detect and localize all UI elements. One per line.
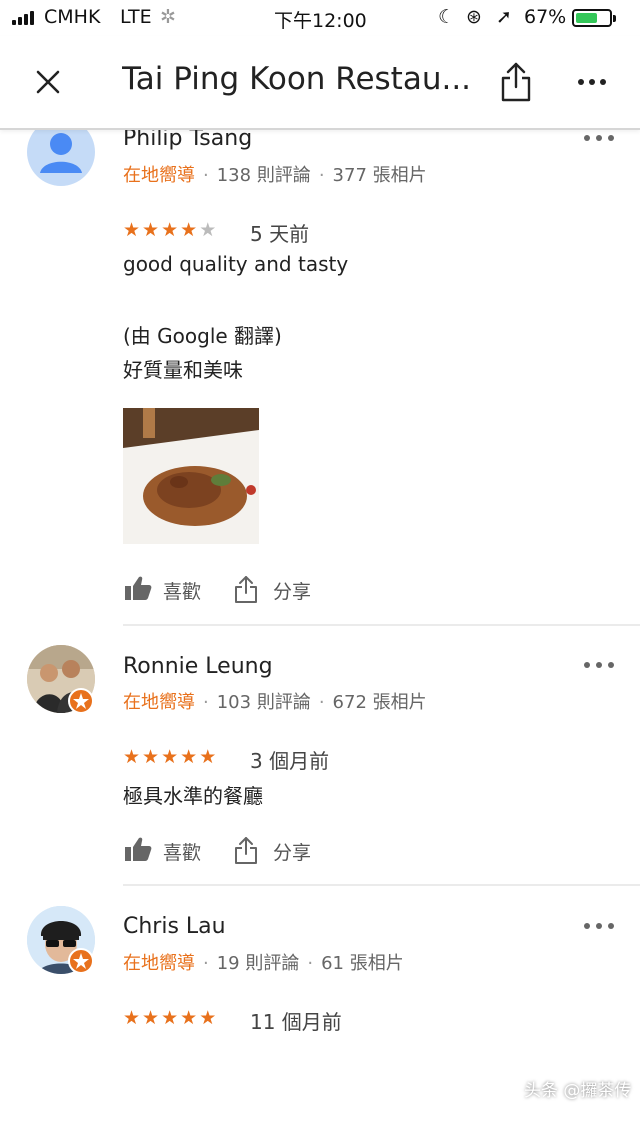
star-filled-icon: ★: [142, 1007, 162, 1029]
review-time: 5 天前: [250, 222, 310, 246]
status-bar: CMHK LTE ✲ 下午12:00 ☾ ⊛ ➚ 67%: [0, 0, 640, 36]
battery-icon: [572, 9, 616, 27]
rotation-lock-icon: ⊛: [466, 6, 482, 28]
star-filled-icon: ★: [199, 1007, 219, 1029]
like-label: 喜歡: [163, 842, 202, 864]
reviewer-meta: 在地嚮導 · 19 則評論 · 61 張相片: [123, 953, 404, 974]
share-label: 分享: [273, 581, 312, 603]
review-text: good quality and tasty: [123, 252, 349, 276]
share-button[interactable]: [496, 60, 536, 104]
photo-count: 377 張相片: [332, 165, 427, 186]
share-icon: [235, 576, 257, 603]
star-filled-icon: ★: [142, 219, 162, 241]
moon-icon: ☾: [438, 6, 456, 28]
review-actions: 喜歡 分享: [123, 574, 423, 604]
carrier-label: CMHK: [44, 6, 101, 28]
review-time: 11 個月前: [250, 1010, 342, 1034]
star-filled-icon: ★: [180, 1007, 200, 1029]
star-filled-icon: ★: [123, 219, 143, 241]
reviewer-name[interactable]: Ronnie Leung: [123, 654, 273, 679]
review-count: 103 則評論: [216, 692, 311, 713]
local-guide-badge: [68, 948, 94, 974]
review-text: 極具水準的餐廳: [123, 784, 263, 808]
translated-text: 好質量和美味: [123, 358, 243, 382]
star-empty-icon: ★: [199, 219, 219, 241]
local-guide-label: 在地嚮導: [123, 953, 195, 974]
translation-note[interactable]: (由 Google 翻譯): [123, 320, 282, 349]
reviewer-meta: 在地嚮導 · 138 則評論 · 377 張相片: [123, 165, 427, 186]
star-rating: ★★★★★: [123, 746, 218, 768]
signal-icon: [12, 11, 40, 25]
star-rating: ★★★★★: [123, 1007, 218, 1029]
review-more-button[interactable]: [584, 660, 614, 670]
reviewer-meta: 在地嚮導 · 103 則評論 · 672 張相片: [123, 692, 427, 713]
activity-icon: ✲: [160, 6, 176, 28]
star-filled-icon: ★: [123, 746, 143, 768]
app-header: Tai Ping Koon Restau...: [0, 36, 640, 130]
review-time: 3 個月前: [250, 749, 330, 773]
thumbs-up-icon: [125, 576, 152, 600]
review-count: 138 則評論: [216, 165, 311, 186]
more-options-button[interactable]: [570, 62, 614, 102]
photo-count: 61 張相片: [321, 953, 404, 974]
review-more-button[interactable]: [584, 921, 614, 931]
share-label: 分享: [273, 842, 312, 864]
review-count: 19 則評論: [216, 953, 300, 974]
local-guide-badge: [68, 688, 94, 714]
thumbs-up-icon: [125, 837, 152, 861]
watermark: 头条 @攞茶传: [524, 1081, 632, 1101]
close-button[interactable]: [30, 64, 66, 100]
review-more-button[interactable]: [584, 133, 614, 143]
share-icon: [235, 837, 257, 864]
star-filled-icon: ★: [180, 219, 200, 241]
star-filled-icon: ★: [180, 746, 200, 768]
close-icon: [36, 70, 60, 94]
share-icon: [501, 62, 531, 102]
star-badge-icon: [73, 693, 89, 709]
page-title: Tai Ping Koon Restau...: [122, 61, 472, 97]
photo-count: 672 張相片: [332, 692, 427, 713]
local-guide-label: 在地嚮導: [123, 165, 195, 186]
clock: 下午12:00: [274, 10, 367, 32]
battery-fill: [576, 13, 598, 23]
review-photo[interactable]: [123, 408, 259, 544]
location-icon: ➚: [496, 6, 512, 28]
star-filled-icon: ★: [161, 219, 181, 241]
star-badge-icon: [73, 953, 89, 969]
network-label: LTE: [120, 6, 152, 28]
reviewer-name[interactable]: Chris Lau: [123, 914, 226, 939]
divider: [123, 624, 640, 626]
star-filled-icon: ★: [161, 1007, 181, 1029]
local-guide-label: 在地嚮導: [123, 692, 195, 713]
star-filled-icon: ★: [123, 1007, 143, 1029]
review-actions: 喜歡 分享: [123, 835, 423, 865]
star-filled-icon: ★: [142, 746, 162, 768]
more-icon: [578, 79, 606, 85]
like-label: 喜歡: [163, 581, 202, 603]
star-rating: ★★★★★: [123, 219, 218, 241]
divider: [123, 884, 640, 886]
star-filled-icon: ★: [199, 746, 219, 768]
battery-percent: 67%: [524, 6, 567, 28]
star-filled-icon: ★: [161, 746, 181, 768]
